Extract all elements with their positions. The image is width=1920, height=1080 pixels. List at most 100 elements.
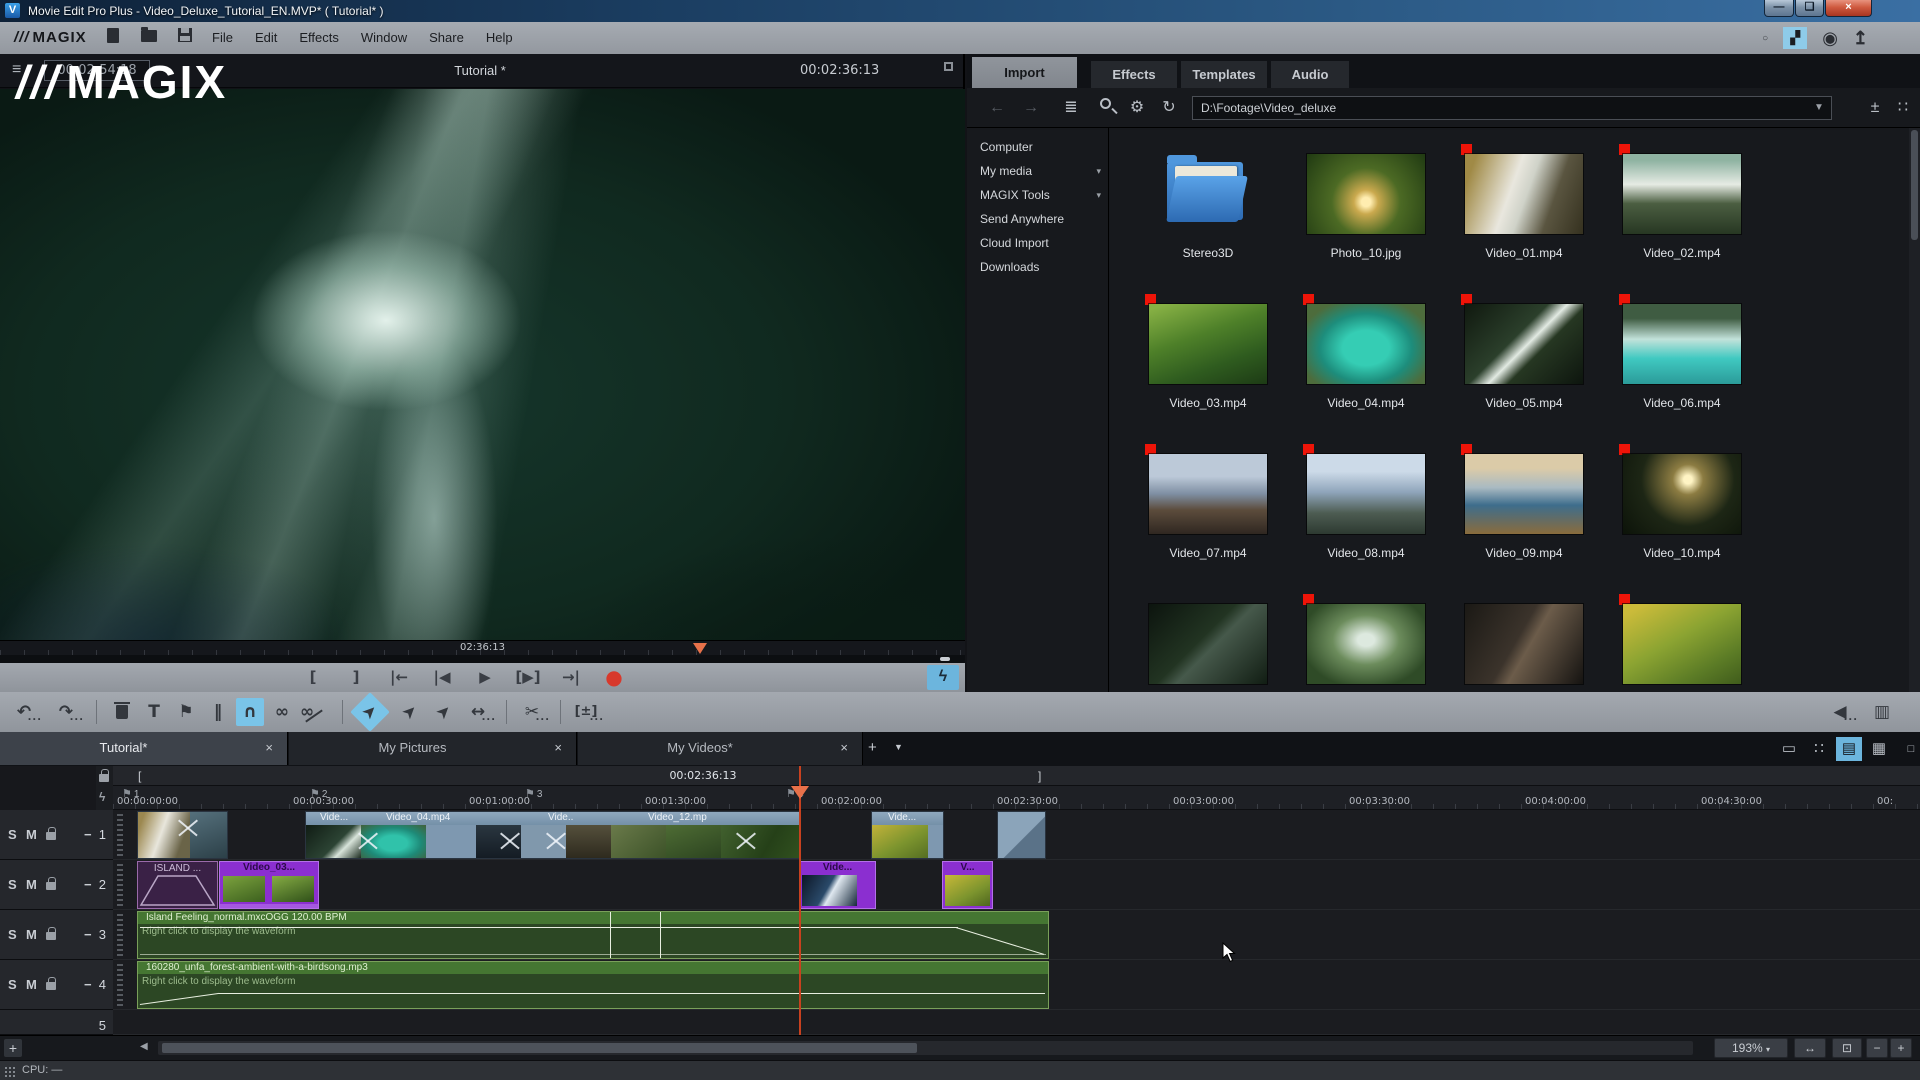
audio-levels-button[interactable]: ‖ bbox=[204, 698, 232, 726]
sidebar-item-my-media[interactable]: My media ▾ bbox=[980, 160, 1105, 182]
zoom-level-select[interactable]: 193% ▾ bbox=[1714, 1038, 1788, 1058]
open-project-button[interactable] bbox=[138, 27, 160, 48]
zoom-out-button[interactable]: − bbox=[1866, 1038, 1888, 1058]
performance-boost-button[interactable]: ϟ bbox=[927, 665, 959, 690]
multicam-view-icon[interactable]: ▦ bbox=[1866, 737, 1892, 761]
preview-seek-ruler[interactable]: 02:36:13 bbox=[0, 640, 965, 655]
record-button[interactable]: ● bbox=[601, 666, 627, 688]
save-project-button[interactable] bbox=[174, 28, 196, 48]
crossfade-icon[interactable] bbox=[544, 829, 568, 853]
mouse-mode-button[interactable]: ➤ bbox=[350, 692, 390, 732]
scrollbar-track[interactable] bbox=[158, 1041, 1693, 1055]
lock-track-icon[interactable] bbox=[46, 977, 56, 990]
preview-scrollbar[interactable] bbox=[0, 655, 965, 663]
forward-icon[interactable]: → bbox=[1019, 96, 1043, 120]
media-item[interactable]: Video_03.mp4 bbox=[1129, 294, 1287, 434]
tab-import[interactable]: Import bbox=[972, 57, 1077, 88]
title-clip[interactable]: ISLAND ... bbox=[138, 862, 217, 908]
media-item[interactable]: Video_06.mp4 bbox=[1603, 294, 1761, 434]
scrollbar-thumb[interactable] bbox=[162, 1043, 917, 1053]
chevron-down-icon[interactable]: ▾ bbox=[1096, 184, 1101, 206]
undo-button[interactable]: ↶ bbox=[10, 698, 42, 732]
range-end-button[interactable]: ] bbox=[343, 666, 369, 688]
mute-button[interactable]: M bbox=[26, 827, 37, 842]
video-preview-image[interactable] bbox=[0, 89, 965, 640]
range-open-bracket[interactable]: [ bbox=[138, 769, 141, 783]
mute-button[interactable]: M bbox=[26, 977, 37, 992]
preview-scroll-thumb[interactable] bbox=[940, 657, 950, 661]
media-item[interactable]: Video_05.mp4 bbox=[1445, 294, 1603, 434]
stretch-mode-button[interactable]: ↔ bbox=[464, 698, 496, 732]
preview-detach-icon[interactable] bbox=[944, 62, 953, 71]
crossfade-icon[interactable] bbox=[356, 829, 380, 853]
redo-button[interactable]: ↷ bbox=[52, 698, 84, 732]
project-tab-tutorial[interactable]: Tutorial* × bbox=[0, 732, 288, 765]
video-clip[interactable]: Vide... Video_04.mp4 Vide.. Video_12.mp bbox=[306, 812, 800, 858]
optimize-view-button[interactable]: [±] bbox=[572, 698, 604, 732]
range-close-bracket[interactable]: ] bbox=[1038, 769, 1041, 783]
lock-track-icon[interactable] bbox=[46, 877, 56, 890]
sidebar-item-magix-tools[interactable]: MAGIX Tools ▾ bbox=[980, 184, 1105, 206]
tab-effects[interactable]: Effects bbox=[1091, 61, 1177, 88]
thumbnail-size-icon[interactable]: ± bbox=[1863, 96, 1887, 120]
play-button[interactable]: ▶ bbox=[472, 666, 498, 688]
crossfade-icon[interactable] bbox=[498, 829, 522, 853]
volume-envelope-line[interactable] bbox=[219, 993, 1045, 994]
delete-button[interactable] bbox=[108, 698, 136, 726]
track-spread-icon[interactable]: − bbox=[84, 827, 92, 842]
track-spread-icon[interactable]: − bbox=[84, 977, 92, 992]
track-lane-4[interactable]: 160280_unfa_forest-ambient-with-a-birdso… bbox=[113, 960, 1920, 1010]
media-item[interactable] bbox=[1603, 594, 1761, 692]
video-clip[interactable]: Vide... bbox=[872, 812, 943, 858]
close-tab-icon[interactable]: × bbox=[265, 740, 273, 755]
close-tab-icon[interactable]: × bbox=[840, 740, 848, 755]
back-icon[interactable]: ← bbox=[985, 96, 1009, 120]
scrollbar-thumb[interactable] bbox=[1911, 130, 1918, 240]
media-item-stereo3d[interactable]: Stereo3D bbox=[1129, 154, 1287, 284]
jump-to-end-button[interactable]: →| bbox=[558, 666, 584, 688]
volume-fade-in-line[interactable] bbox=[139, 992, 220, 1005]
media-item[interactable]: Video_01.mp4 bbox=[1445, 144, 1603, 284]
chevron-down-icon[interactable]: ▾ bbox=[1096, 160, 1101, 182]
project-tab-my-videos[interactable]: My Videos* × bbox=[578, 732, 863, 765]
track-lane-2[interactable]: ISLAND ... Video_03... Vide... V... bbox=[113, 860, 1920, 910]
path-input[interactable]: D:\Footage\Video_deluxe bbox=[1192, 96, 1832, 120]
menu-file[interactable]: File bbox=[212, 30, 233, 45]
sidebar-item-downloads[interactable]: Downloads bbox=[980, 256, 1105, 278]
media-item[interactable]: Photo_10.jpg bbox=[1287, 154, 1445, 284]
sidebar-item-computer[interactable]: Computer bbox=[980, 136, 1105, 158]
video-clip-purple[interactable]: V... bbox=[943, 862, 992, 908]
project-tab-dropdown-icon[interactable]: ▼ bbox=[894, 742, 903, 752]
preview-playhead-marker[interactable] bbox=[693, 643, 707, 654]
storyboard-view-icon[interactable]: ∷ bbox=[1806, 737, 1832, 761]
detach-panel-icon[interactable]: □ bbox=[1898, 737, 1920, 761]
timeline-playhead-triangle[interactable] bbox=[791, 786, 809, 799]
solo-button[interactable]: S bbox=[8, 877, 17, 892]
media-grid-scrollbar[interactable] bbox=[1909, 128, 1920, 692]
track-lane-5[interactable] bbox=[113, 1010, 1920, 1035]
media-item[interactable]: Video_08.mp4 bbox=[1287, 444, 1445, 584]
menu-share[interactable]: Share bbox=[429, 30, 464, 45]
track-spread-icon[interactable]: − bbox=[84, 927, 92, 942]
keyframe-bolt-icon[interactable]: ϟ bbox=[99, 790, 105, 804]
path-dropdown-icon[interactable]: ▼ bbox=[1807, 96, 1831, 120]
solo-button[interactable]: S bbox=[8, 927, 17, 942]
track-drag-handle[interactable] bbox=[117, 962, 123, 1006]
maximize-button[interactable]: ❑ bbox=[1795, 0, 1824, 17]
mute-speaker-button[interactable]: ◀ bbox=[1826, 698, 1858, 732]
new-project-button[interactable] bbox=[102, 28, 124, 48]
close-tab-icon[interactable]: × bbox=[554, 740, 562, 755]
mute-button[interactable]: M bbox=[26, 927, 37, 942]
timeline-playhead-line[interactable] bbox=[799, 766, 801, 1035]
lock-track-icon[interactable] bbox=[46, 827, 56, 840]
add-project-tab-button[interactable]: + bbox=[868, 739, 877, 756]
media-item[interactable] bbox=[1129, 604, 1287, 692]
video-clip[interactable] bbox=[138, 812, 227, 858]
title-text-button[interactable]: T bbox=[140, 698, 168, 726]
fit-to-window-button[interactable]: ⊡ bbox=[1832, 1038, 1862, 1058]
snap-magnet-button[interactable]: ∩ bbox=[236, 698, 264, 726]
mixer-button[interactable]: ▥ bbox=[1868, 698, 1896, 726]
track-drag-handle[interactable] bbox=[117, 862, 123, 906]
menu-edit[interactable]: Edit bbox=[255, 30, 277, 45]
crossfade-icon[interactable] bbox=[734, 829, 758, 853]
